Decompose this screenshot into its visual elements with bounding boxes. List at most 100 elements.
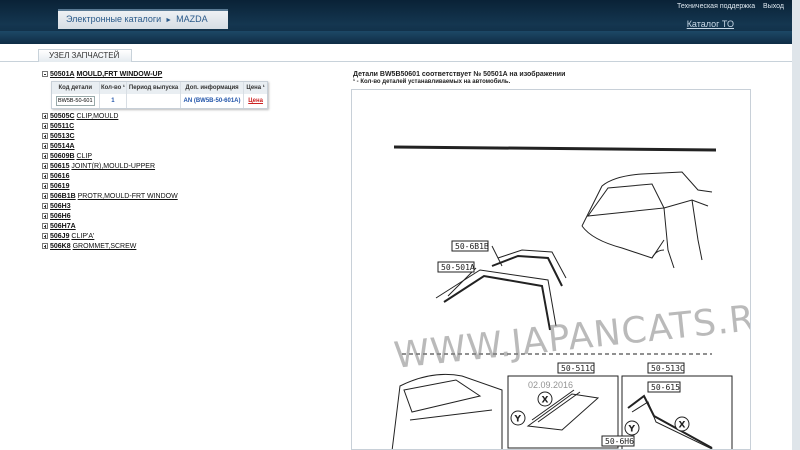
diagram-label: 50-615: [651, 383, 680, 392]
part-item[interactable]: 506H3: [42, 202, 282, 212]
breadcrumb-mazda[interactable]: MAZDA: [176, 14, 208, 24]
part-name[interactable]: CLIP,MOULD: [76, 113, 118, 120]
part-item[interactable]: 50615 JOINT(R),MOULD-UPPER: [42, 162, 282, 172]
part-code[interactable]: 50619: [50, 183, 69, 190]
car-outline-top: [581, 171, 713, 227]
part-name[interactable]: PROTR,MOULD-FRT WINDOW: [78, 193, 178, 200]
expand-icon[interactable]: [42, 243, 48, 249]
part-code[interactable]: 50615: [50, 163, 69, 170]
breadcrumb-catalogs[interactable]: Электронные каталоги: [66, 14, 161, 24]
part-item[interactable]: 506H6: [42, 212, 282, 222]
top-header: Электронные каталоги ► MAZDA Техническая п…: [0, 0, 800, 44]
part-code[interactable]: 506K8: [50, 243, 71, 250]
chevron-right-icon: ►: [165, 17, 173, 24]
part-code[interactable]: 506J9: [50, 233, 69, 240]
callout-letter: Y: [628, 425, 636, 435]
col-header-qty: Кол-во ¹: [100, 82, 128, 94]
cell-info: AN (BW5B-50-601A): [181, 94, 245, 108]
expand-icon[interactable]: [42, 233, 48, 239]
expand-icon[interactable]: [42, 183, 48, 189]
header-band: [0, 31, 800, 44]
part-code[interactable]: 50505C: [50, 113, 75, 120]
part-code[interactable]: 506H3: [50, 203, 71, 210]
expand-icon[interactable]: [42, 193, 48, 199]
part-code[interactable]: 50514A: [50, 143, 75, 150]
part-item-expanded[interactable]: 50501A MOULD,FRT WINDOW-UP: [42, 70, 282, 80]
expand-icon[interactable]: [42, 163, 48, 169]
expand-icon[interactable]: [42, 113, 48, 119]
part-item[interactable]: 50619: [42, 182, 282, 192]
car-door-line-2: [691, 199, 703, 261]
parts-diagram: 50-6B1B 50-501A 50-511C 50-513C 50-615 5…: [351, 89, 751, 450]
part-items: 50505C CLIP,MOULD 50511C 50513C 50514A 50609…: [42, 112, 282, 252]
part-item[interactable]: 506J9 CLIP'A': [42, 232, 282, 242]
part-code[interactable]: 50513C: [50, 133, 75, 140]
part-code[interactable]: 50609B: [50, 153, 75, 160]
part-code[interactable]: 50501A: [50, 71, 75, 78]
cell-price: Цена: [244, 94, 267, 108]
parts-list: 50501A MOULD,FRT WINDOW-UP Код детали Ко…: [42, 70, 282, 252]
part-item[interactable]: 506H7A: [42, 222, 282, 232]
scrollbar[interactable]: [792, 0, 800, 450]
diagram-label: 50-513C: [651, 364, 685, 373]
logout-link[interactable]: Выход: [763, 3, 784, 10]
part-item[interactable]: 506B1B PROTR,MOULD-FRT WINDOW: [42, 192, 282, 202]
col-header-code: Код детали: [52, 82, 100, 94]
part-name[interactable]: JOINT(R),MOULD-UPPER: [71, 163, 155, 170]
expand-icon[interactable]: [42, 133, 48, 139]
col-header-period: Период выпуска: [127, 82, 181, 94]
car-door-line: [663, 207, 675, 269]
callout-letter: X: [542, 396, 549, 406]
part-code[interactable]: 506H7A: [50, 223, 76, 230]
part-item[interactable]: 50505C CLIP,MOULD: [42, 112, 282, 122]
leader-line-1: [491, 245, 503, 267]
breadcrumb: Электронные каталоги ► MAZDA: [58, 9, 228, 29]
price-link[interactable]: Цена: [248, 98, 263, 104]
cell-code: BW5B-50-601: [52, 94, 100, 108]
part-code[interactable]: 50511C: [50, 123, 74, 130]
part-code[interactable]: 50616: [50, 173, 69, 180]
table-row: BW5B-50-601 1 AN (BW5B-50-601A) Цена: [52, 94, 267, 108]
collapse-icon[interactable]: [42, 71, 48, 77]
watermark-date: 02.09.2016: [528, 380, 574, 390]
diagram-top-bar: [393, 145, 717, 152]
part-name[interactable]: CLIP: [76, 153, 92, 160]
car-hood: [581, 225, 665, 259]
section-tab[interactable]: УЗЕЛ ЗАПЧАСТЕЙ: [38, 49, 132, 62]
expand-icon[interactable]: [42, 153, 48, 159]
part-item[interactable]: 506K8 GROMMET,SCREW: [42, 242, 282, 252]
part-item[interactable]: 50514A: [42, 142, 282, 152]
diagram-label: 50-6B1B: [455, 242, 489, 251]
expand-icon[interactable]: [42, 213, 48, 219]
detail-part-2: [627, 394, 713, 449]
part-item[interactable]: 50511C: [42, 122, 282, 132]
part-code[interactable]: 506B1B: [50, 193, 76, 200]
callout-letter: X: [679, 421, 686, 431]
expand-icon[interactable]: [42, 173, 48, 179]
expand-icon[interactable]: [42, 223, 48, 229]
expand-icon[interactable]: [42, 143, 48, 149]
diagram-label: 50-6H6: [605, 437, 634, 446]
support-link[interactable]: Техническая поддержка: [677, 3, 755, 10]
part-number-field[interactable]: BW5B-50-601: [56, 96, 95, 106]
car-rear-window: [403, 379, 482, 413]
part-name[interactable]: GROMMET,SCREW: [73, 243, 137, 250]
catalog-to-link[interactable]: Каталог ТО: [687, 19, 734, 29]
part-code[interactable]: 506H6: [50, 213, 71, 220]
info-title: Детали BW5B50601 соответствует № 50501A …: [353, 71, 566, 78]
expand-icon[interactable]: [42, 123, 48, 129]
diagram-label: 50-501A: [441, 263, 475, 272]
top-links: Техническая поддержка Выход: [671, 3, 784, 10]
car-side: [663, 199, 709, 209]
table-header-row: Код детали Кол-во ¹ Период выпуска Доп. …: [52, 82, 267, 94]
moulding-strip-a: [491, 254, 563, 287]
col-header-info: Доп. информация: [181, 82, 245, 94]
part-item[interactable]: 50609B CLIP: [42, 152, 282, 162]
info-note: ¹ - Кол-во деталей устанавливаемых на ав…: [353, 79, 511, 85]
part-item[interactable]: 50513C: [42, 132, 282, 142]
part-item[interactable]: 50616: [42, 172, 282, 182]
car-windshield: [586, 183, 665, 217]
part-name[interactable]: MOULD,FRT WINDOW-UP: [76, 71, 162, 78]
expand-icon[interactable]: [42, 203, 48, 209]
part-name[interactable]: CLIP'A': [71, 233, 94, 240]
